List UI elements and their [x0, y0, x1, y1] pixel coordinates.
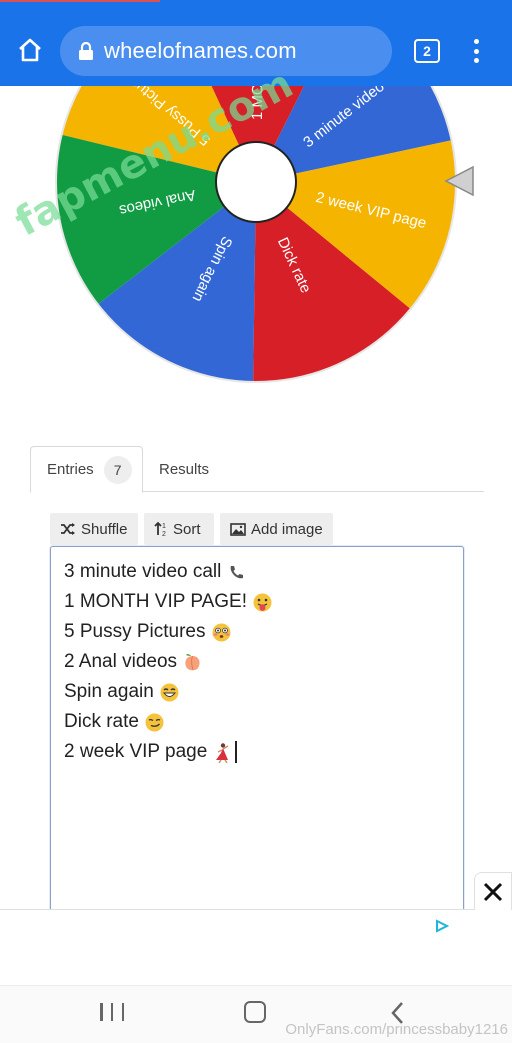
entry-line: 2 week VIP page: [64, 741, 237, 763]
image-icon: [230, 522, 246, 536]
tab-entries-label: Entries: [47, 461, 94, 478]
grin-face-icon: [160, 683, 179, 701]
nav-home-button[interactable]: [244, 1001, 266, 1023]
recent-apps-icon: [121, 1003, 124, 1021]
tongue-face-icon: [253, 593, 272, 611]
entry-text: 2 Anal videos: [64, 651, 178, 672]
wheel-hub[interactable]: [215, 141, 297, 223]
footer-watermark: OnlyFans.com/princessbaby1216: [285, 1021, 508, 1038]
entry-line: 2 Anal videos: [64, 651, 203, 673]
entry-line: 1 MONTH VIP PAGE!: [64, 591, 273, 613]
screenshot-page: wheelofnames.com 2 3 minute video ca... 1…: [0, 0, 512, 1043]
panel-tabs: Entries 7 Results: [30, 446, 484, 493]
entry-line: Spin again: [64, 681, 180, 703]
entry-text: 5 Pussy Pictures: [64, 621, 206, 642]
sort-label: Sort: [173, 520, 201, 538]
phone-icon: [231, 565, 244, 578]
wheel-segment-label: 1 MONTH VI...: [249, 22, 267, 121]
ad-close-button[interactable]: [474, 872, 512, 910]
entries-textarea[interactable]: 3 minute video call 1 MONTH VIP PAGE! 5 Pu…: [50, 546, 464, 926]
shuffle-label: Shuffle: [81, 520, 128, 538]
add-image-label: Add image: [251, 520, 323, 538]
text-cursor: [235, 741, 237, 763]
svg-text:2: 2: [162, 531, 166, 537]
shuffle-button[interactable]: Shuffle: [50, 513, 138, 545]
recent-apps-button[interactable]: [100, 1003, 124, 1023]
shuffle-icon: [61, 523, 75, 535]
entry-line: Dick rate: [64, 711, 165, 733]
sort-icon: 1 2: [154, 521, 166, 537]
sort-button[interactable]: 1 2 Sort: [144, 513, 214, 545]
entry-text: Dick rate: [64, 711, 139, 732]
entry-text: Spin again: [64, 681, 154, 702]
add-image-button[interactable]: Add image: [220, 513, 333, 545]
svg-text:1: 1: [162, 523, 166, 530]
recent-apps-icon: [110, 1003, 114, 1021]
entry-line: 3 minute video call: [64, 561, 247, 583]
recent-apps-icon: [100, 1003, 103, 1021]
flushed-face-icon: [212, 623, 230, 641]
peach-icon: [185, 653, 200, 670]
smirk-face-icon: [145, 713, 164, 731]
close-icon: [483, 882, 503, 901]
dancer-icon: [216, 742, 229, 763]
tab-results[interactable]: Results: [158, 446, 209, 493]
ad-choices-icon[interactable]: [435, 919, 449, 933]
name-wheel[interactable]: 3 minute video ca...1 MONTH VI...5 Pussy…: [0, 0, 512, 440]
entry-text: 1 MONTH VIP PAGE!: [64, 591, 248, 612]
entry-line: 5 Pussy Pictures: [64, 621, 232, 643]
entry-text: 3 minute video call: [64, 561, 222, 582]
entries-count-badge: 7: [103, 455, 132, 484]
entry-text: 2 week VIP page: [64, 741, 208, 762]
tab-entries[interactable]: Entries 7: [30, 446, 143, 493]
